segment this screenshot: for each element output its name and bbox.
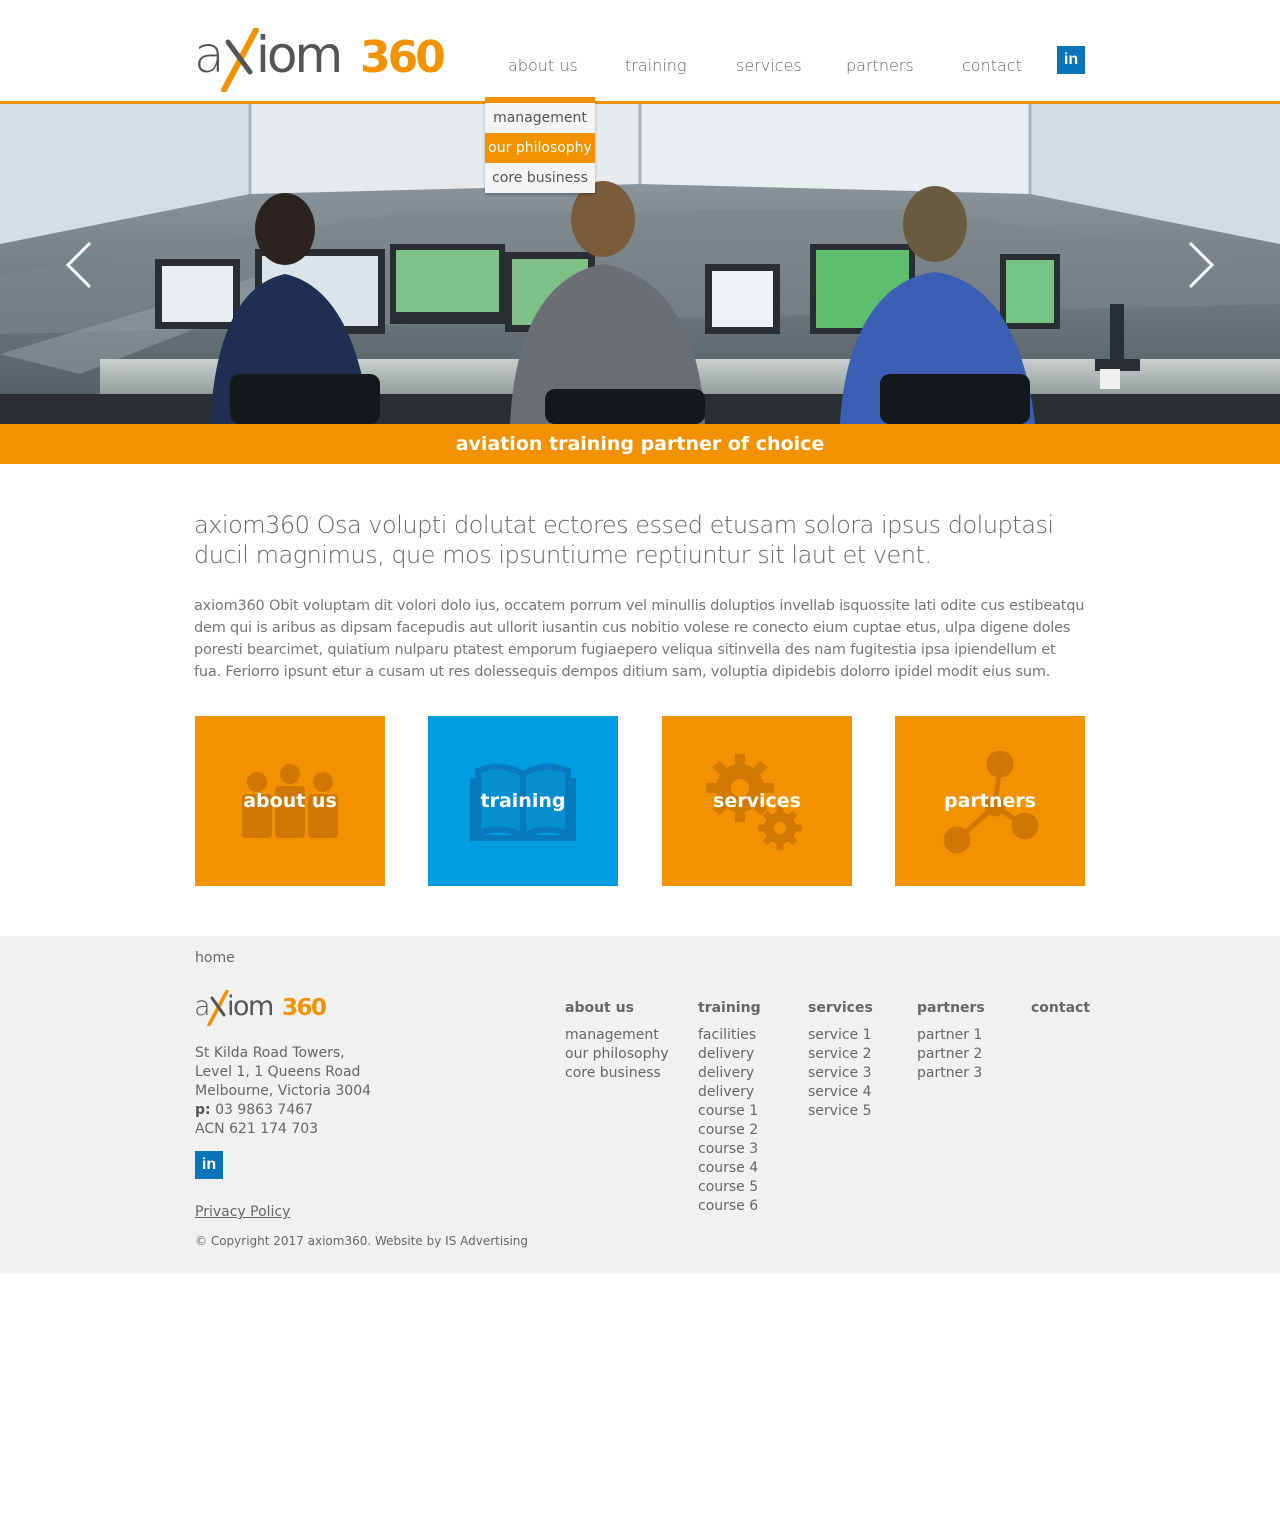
copyright-text: © Copyright 2017 axiom360. Website by IS… (195, 1234, 529, 1248)
tile-services[interactable]: services (662, 716, 852, 886)
footer-col-training: training facilities delivery delivery de… (698, 1000, 761, 1216)
svg-text:a: a (194, 991, 211, 1022)
footer-link[interactable]: partner 2 (917, 1045, 985, 1064)
site-header: a iom 360 about us training services par… (0, 0, 1280, 104)
nav-partners[interactable]: partners (846, 56, 914, 75)
footer-link[interactable]: course 1 (698, 1102, 761, 1121)
svg-text:360: 360 (360, 32, 444, 83)
tile-partners[interactable]: partners (895, 716, 1085, 886)
footer-link[interactable]: delivery (698, 1083, 761, 1102)
svg-text:iom: iom (256, 28, 340, 84)
dropdown-item-our-philosophy[interactable]: our philosophy (485, 133, 595, 163)
nav-training[interactable]: training (625, 56, 686, 75)
footer-link[interactable]: service 2 (808, 1045, 873, 1064)
nav-contact[interactable]: contact (962, 56, 1022, 75)
footer-col-heading[interactable]: services (808, 1000, 873, 1016)
dropdown-item-core-business[interactable]: core business (485, 163, 595, 193)
footer-link[interactable]: course 3 (698, 1140, 761, 1159)
footer-link[interactable]: partner 1 (917, 1026, 985, 1045)
address-line: Level 1, 1 Queens Road (195, 1064, 361, 1080)
phone-label: p: (195, 1102, 211, 1118)
tile-about-us[interactable]: about us (195, 716, 385, 886)
phone-number[interactable]: 03 9863 7467 (215, 1102, 313, 1118)
intro-body: axiom360 Obit voluptam dit volori dolo i… (194, 598, 1085, 680)
footer-col-heading[interactable]: about us (565, 1000, 669, 1016)
intro-lead: axiom360 Osa volupti dolutat ectores ess… (194, 511, 1054, 569)
footer-link[interactable]: partner 3 (917, 1064, 985, 1083)
privacy-policy-link[interactable]: Privacy Policy (195, 1204, 290, 1220)
tile-training-label: training (480, 790, 566, 812)
footer-link[interactable]: service 1 (808, 1026, 873, 1045)
footer-link[interactable]: delivery (698, 1045, 761, 1064)
footer-link[interactable]: delivery (698, 1064, 761, 1083)
slider-next-arrow-icon[interactable] (1186, 240, 1216, 290)
footer-link[interactable]: course 5 (698, 1178, 761, 1197)
hero-image (0, 104, 1280, 424)
dropdown-item-management[interactable]: management (485, 103, 595, 133)
svg-text:a: a (194, 28, 223, 84)
footer-link[interactable]: course 2 (698, 1121, 761, 1140)
slider-prev-arrow-icon[interactable] (64, 240, 94, 290)
footer-link[interactable]: core business (565, 1064, 669, 1083)
footer-col-partners: partners partner 1 partner 2 partner 3 (917, 1000, 985, 1083)
footer-col-contact: contact (1031, 1000, 1090, 1026)
tile-partners-label: partners (944, 790, 1036, 812)
company-address: St Kilda Road Towers, Level 1, 1 Queens … (195, 1044, 371, 1139)
footer-link[interactable]: facilities (698, 1026, 761, 1045)
acn-line: ACN 621 174 703 (195, 1121, 319, 1137)
footer-linkedin-icon[interactable]: in (195, 1151, 223, 1179)
footer-link[interactable]: course 6 (698, 1197, 761, 1216)
tile-training[interactable]: training (428, 716, 618, 886)
footer-link[interactable]: service 3 (808, 1064, 873, 1083)
nav-about-us[interactable]: about us (508, 56, 578, 75)
footer-col-about-us: about us management our philosophy core … (565, 1000, 669, 1083)
footer-link[interactable]: service 4 (808, 1083, 873, 1102)
axiom360-footer-logo[interactable]: a iom 360 (194, 990, 328, 1026)
footer-link[interactable]: management (565, 1026, 669, 1045)
site-footer: home a iom 360 St Kilda Road Towers, Lev… (0, 936, 1280, 1274)
phone-line: p: 03 9863 7467 (195, 1101, 371, 1120)
address-line: St Kilda Road Towers, (195, 1045, 345, 1061)
svg-text:iom: iom (227, 991, 273, 1022)
axiom360-logo[interactable]: a iom 360 (194, 28, 446, 92)
footer-link[interactable]: service 5 (808, 1102, 873, 1121)
footer-link[interactable]: our philosophy (565, 1045, 669, 1064)
linkedin-icon[interactable]: in (1057, 46, 1085, 74)
svg-text:360: 360 (282, 995, 326, 1021)
footer-link[interactable]: course 4 (698, 1159, 761, 1178)
breadcrumb-home[interactable]: home (195, 950, 235, 966)
footer-col-heading[interactable]: training (698, 1000, 761, 1016)
tile-about-us-label: about us (243, 790, 337, 812)
tagline-text: aviation training partner of choice (455, 433, 825, 455)
footer-col-services: services service 1 service 2 service 3 s… (808, 1000, 873, 1121)
footer-col-heading[interactable]: partners (917, 1000, 985, 1016)
hero-slider (0, 104, 1280, 424)
tagline-bar: aviation training partner of choice (0, 424, 1280, 464)
about-us-dropdown: management our philosophy core business (485, 97, 595, 193)
tile-services-label: services (713, 790, 801, 812)
nav-services[interactable]: services (736, 56, 802, 75)
address-line: Melbourne, Victoria 3004 (195, 1083, 372, 1099)
footer-col-heading[interactable]: contact (1031, 1000, 1090, 1016)
